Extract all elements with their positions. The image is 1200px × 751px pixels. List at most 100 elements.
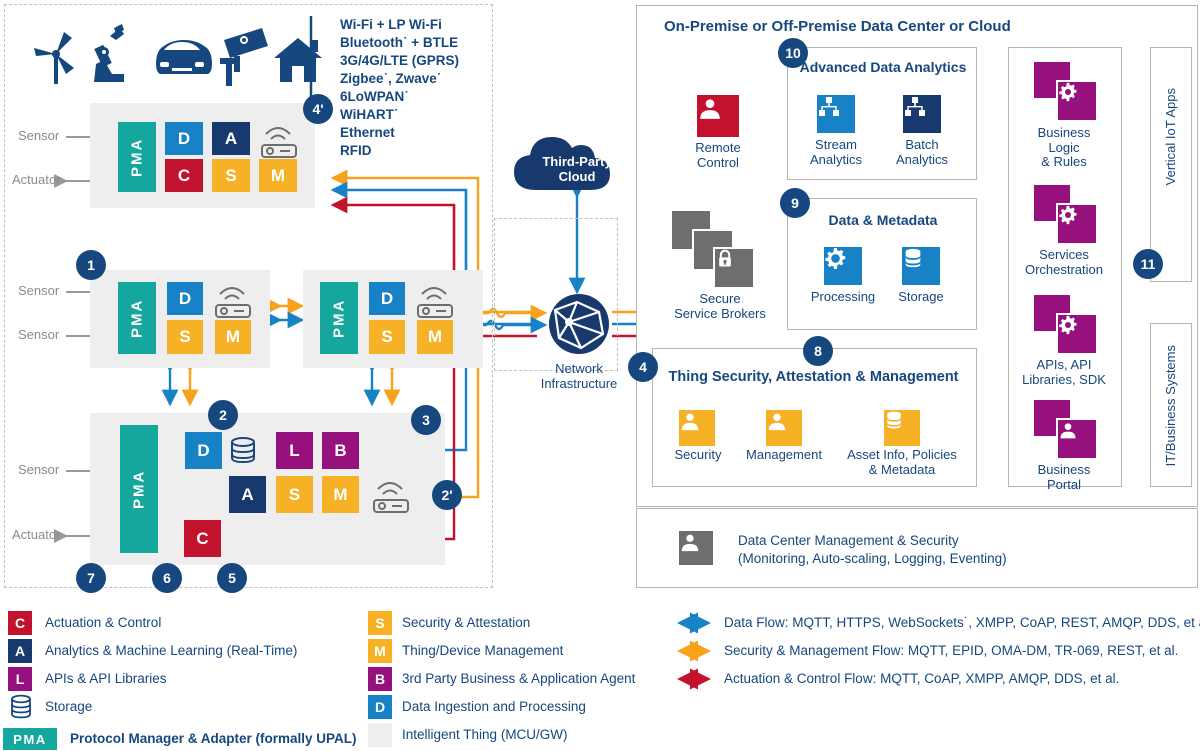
biz0-l2: Logic bbox=[1048, 139, 1080, 155]
business-portal-icon[interactable] bbox=[1034, 400, 1098, 460]
legend-pma-swatch: PMA bbox=[3, 728, 57, 750]
person-square-front bbox=[1056, 418, 1098, 460]
business-logic-label: Business Logic & Rules bbox=[1012, 125, 1116, 170]
thing2-router-icon bbox=[215, 287, 251, 318]
thing1-m[interactable]: M bbox=[259, 159, 297, 192]
protocol-item: WiHART˙ bbox=[340, 106, 399, 122]
legend-b-swatch: B bbox=[368, 667, 392, 691]
vertical-iot-apps-label: Vertical IoT Apps bbox=[1163, 88, 1178, 186]
it-business-systems-label: IT/Business Systems bbox=[1163, 345, 1178, 467]
badge-3[interactable]: 3 bbox=[411, 405, 441, 435]
sensor-label-4: Sensor bbox=[18, 462, 60, 477]
legend-a-swatch: A bbox=[8, 639, 32, 663]
legend-m-label: Thing/Device Management bbox=[402, 643, 564, 658]
thing3-pma[interactable]: PMA bbox=[320, 282, 358, 354]
thing3-m[interactable]: M bbox=[417, 320, 453, 354]
protocol-item: 6LoWPAN˙ bbox=[340, 88, 409, 104]
thing1-router-icon bbox=[261, 127, 297, 158]
badge-11[interactable]: 11 bbox=[1133, 249, 1163, 279]
legend-storage-icon bbox=[11, 694, 31, 719]
badge-8[interactable]: 8 bbox=[803, 336, 833, 366]
legend-storage-label: Storage bbox=[45, 699, 93, 714]
stream-line-2: Analytics bbox=[809, 151, 863, 167]
gw-a[interactable]: A bbox=[229, 476, 266, 513]
thing3-s[interactable]: S bbox=[369, 320, 405, 354]
protocol-item: Bluetooth˙ + BTLE bbox=[340, 34, 459, 50]
legend-l-label: APIs & API Libraries bbox=[45, 671, 167, 686]
gw-m[interactable]: M bbox=[322, 476, 359, 513]
house-icon bbox=[274, 38, 322, 82]
storage-icon[interactable] bbox=[902, 247, 940, 285]
batch-line-2: Analytics bbox=[895, 151, 949, 167]
management-label: Management bbox=[746, 447, 822, 462]
gw-s[interactable]: S bbox=[276, 476, 313, 513]
thing2-d[interactable]: D bbox=[167, 282, 203, 315]
biz3-l1: Business bbox=[1037, 462, 1091, 477]
protocol-item: Wi-Fi + LP Wi-Fi bbox=[340, 17, 442, 32]
biz2-l1: APIs, API bbox=[1036, 357, 1092, 372]
thing1-pma[interactable]: PMA bbox=[118, 122, 156, 192]
remote-control-icon[interactable] bbox=[697, 95, 739, 137]
legend-pma-label: Protocol Manager & Adapter (formally UPA… bbox=[70, 731, 357, 746]
business-portal-label: Business Portal bbox=[1008, 462, 1120, 492]
thing1-c[interactable]: C bbox=[165, 159, 203, 192]
protocol-list: Wi-Fi + LP Wi-Fi Bluetooth˙ + BTLE 3G/4G… bbox=[340, 16, 459, 160]
thing1-a[interactable]: A bbox=[212, 122, 250, 155]
biz0-l3: & Rules bbox=[1041, 154, 1087, 170]
secure-service-brokers-label: Secure Service Brokers bbox=[650, 291, 790, 321]
asset-info-label: Asset Info, Policies & Metadata bbox=[832, 447, 972, 477]
processing-icon[interactable] bbox=[824, 247, 862, 285]
network-line-1: Network bbox=[555, 361, 603, 376]
badge-4-prime[interactable]: 4' bbox=[303, 94, 333, 124]
datacenter-title: On-Premise or Off-Premise Data Center or… bbox=[664, 18, 1011, 35]
gw-pma[interactable]: PMA bbox=[120, 425, 158, 553]
biz1-l2: Orchestration bbox=[1024, 261, 1104, 277]
services-orchestration-label: Services Orchestration bbox=[1008, 247, 1120, 277]
asset-line-2: & Metadata bbox=[868, 461, 936, 477]
thing1-d[interactable]: D bbox=[165, 122, 203, 155]
gw-storage-icon bbox=[231, 437, 255, 464]
services-orchestration-icon[interactable] bbox=[1034, 185, 1098, 245]
gw-c[interactable]: C bbox=[184, 520, 221, 557]
stream-analytics-icon[interactable] bbox=[817, 95, 855, 133]
badge-2-prime[interactable]: 2' bbox=[432, 480, 462, 510]
batch-analytics-icon[interactable] bbox=[903, 95, 941, 133]
security-icon[interactable] bbox=[679, 410, 715, 446]
sensor-label-3: Sensor bbox=[18, 327, 60, 342]
remote-control-label: Remote Control bbox=[668, 140, 768, 170]
data-metadata-title: Data & Metadata bbox=[828, 212, 938, 228]
gw-d[interactable]: D bbox=[185, 432, 222, 469]
badge-7[interactable]: 7 bbox=[76, 563, 106, 593]
badge-6[interactable]: 6 bbox=[152, 563, 182, 593]
management-icon[interactable] bbox=[766, 410, 802, 446]
badge-2[interactable]: 2 bbox=[208, 400, 238, 430]
protocol-item: Zigbee˙, Zwave˙ bbox=[340, 70, 442, 86]
stream-analytics-label: Stream Analytics bbox=[796, 137, 876, 167]
gw-b[interactable]: B bbox=[322, 432, 359, 469]
legend-flow-arrows bbox=[677, 612, 711, 690]
dcms-line-1: Data Center Management & Security bbox=[738, 533, 959, 548]
robot-arm-icon bbox=[94, 24, 124, 82]
thing2-m[interactable]: M bbox=[215, 320, 251, 354]
secure-service-brokers[interactable] bbox=[672, 211, 755, 289]
network-infrastructure-icon[interactable] bbox=[547, 292, 611, 356]
gw-router-icon bbox=[373, 482, 409, 513]
badge-10[interactable]: 10 bbox=[778, 38, 808, 68]
legend-d-swatch: D bbox=[368, 695, 392, 719]
thing1-s[interactable]: S bbox=[212, 159, 250, 192]
badge-5[interactable]: 5 bbox=[217, 563, 247, 593]
biz3-l2: Portal bbox=[1047, 476, 1081, 492]
thing2-s[interactable]: S bbox=[167, 320, 203, 354]
gw-l[interactable]: L bbox=[276, 432, 313, 469]
badge-1[interactable]: 1 bbox=[76, 250, 106, 280]
thing3-d[interactable]: D bbox=[369, 282, 405, 315]
asset-info-icon[interactable] bbox=[884, 410, 920, 446]
brokers-line-1: Secure bbox=[699, 291, 741, 306]
legend-thing-label: Intelligent Thing (MCU/GW) bbox=[402, 727, 568, 742]
thing2-pma[interactable]: PMA bbox=[118, 282, 156, 354]
badge-9[interactable]: 9 bbox=[780, 188, 810, 218]
apis-libraries-icon[interactable] bbox=[1034, 295, 1098, 355]
car-icon bbox=[156, 40, 212, 74]
business-logic-icon[interactable] bbox=[1034, 62, 1098, 122]
badge-4[interactable]: 4 bbox=[628, 352, 658, 382]
